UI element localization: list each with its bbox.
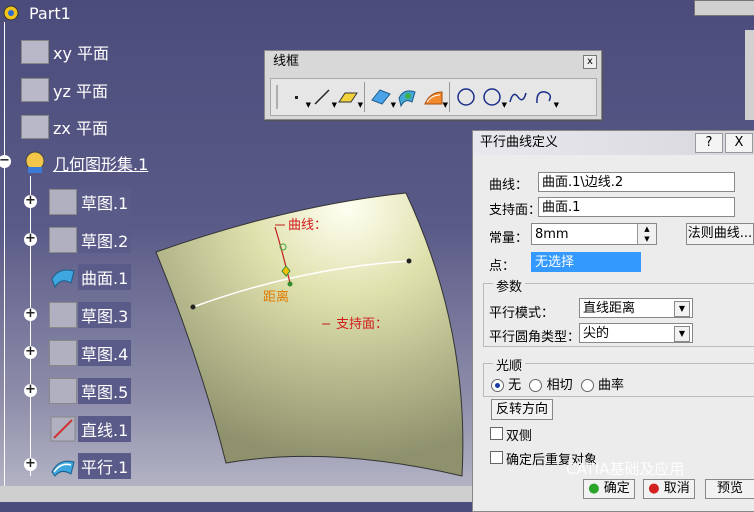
curve-label: 曲线： [489, 178, 529, 193]
distance-annotation: 距离 [263, 290, 290, 305]
watermark-text: CATIA基础及应用 [566, 460, 685, 478]
chevron-down-icon[interactable]: ▼ [674, 301, 690, 317]
intersection-icon[interactable] [394, 82, 420, 112]
parallel-curve-icon[interactable]: ▼ [420, 82, 448, 112]
surface-1-shape[interactable] [155, 192, 464, 477]
projection-icon[interactable]: ▼ [368, 82, 396, 112]
point-icon[interactable]: ▼ [283, 82, 311, 112]
help-button[interactable]: ? [695, 133, 723, 153]
cancel-icon: ● [648, 481, 660, 496]
bottom-toolbar[interactable] [0, 486, 472, 502]
window-control-button[interactable] [694, 0, 754, 16]
spline-icon[interactable] [505, 82, 531, 112]
curve-endpoint [406, 258, 412, 264]
constant-value: 8mm [535, 227, 569, 242]
corner-type-value: 尖的 [583, 326, 610, 341]
ok-button[interactable]: ● 确定 [583, 479, 635, 499]
smooth-tangent-label: 相切 [546, 378, 573, 393]
constant-label: 常量： [489, 231, 529, 246]
smooth-curvature-radio[interactable] [580, 379, 594, 392]
repeat-object-checkbox[interactable] [490, 451, 503, 464]
constant-field[interactable]: 8mm ▲ ▼ [531, 223, 657, 245]
plane-icon[interactable]: ▼ [335, 82, 363, 112]
dialog-titlebar[interactable]: 平行曲线定义 ? X [473, 131, 754, 155]
support-annotation: 支持面： [336, 317, 389, 332]
smoothing-group-title: 光顺 [493, 355, 526, 374]
smoothing-options: 无 相切 曲率 [491, 374, 624, 393]
both-sides-label: 双侧 [506, 429, 533, 444]
ok-label: 确定 [603, 481, 630, 496]
point-label: 点： [489, 259, 516, 274]
reverse-direction-button[interactable]: 反转方向 [491, 399, 553, 420]
circle-icon[interactable] [453, 82, 479, 112]
parallel-mode-label: 平行模式： [489, 306, 555, 321]
dialog-title: 平行曲线定义 [480, 135, 559, 150]
smooth-none-label: 无 [508, 378, 522, 393]
parameters-group-title: 参数 [493, 276, 526, 295]
point-field[interactable]: 无选择 [531, 252, 641, 272]
line-icon[interactable]: ▼ [309, 82, 337, 112]
support-label: 支持面： [489, 203, 542, 218]
spinner-icon[interactable]: ▲ ▼ [637, 224, 656, 244]
smooth-tangent-radio[interactable] [529, 379, 543, 392]
cancel-button[interactable]: ● 取消 [643, 479, 695, 499]
toolbar-close-button[interactable]: x [583, 55, 597, 69]
smooth-none-radio[interactable] [491, 379, 504, 392]
wireframe-toolbar[interactable]: 线框 x ▼ ▼ ▼ ▼ ▼ ▼ ▼ [264, 50, 602, 120]
both-sides-checkbox[interactable] [490, 427, 503, 440]
corner-type-label: 平行圆角类型： [489, 330, 581, 345]
parallel-mode-select[interactable]: 直线距离 ▼ [579, 298, 693, 318]
circle-variant-icon[interactable]: ▼ [479, 82, 507, 112]
curve-endpoint [190, 304, 196, 310]
ok-icon: ● [588, 481, 600, 496]
cancel-label: 取消 [663, 481, 690, 496]
chevron-down-icon[interactable]: ▼ [674, 326, 690, 342]
side-toolbar[interactable] [745, 30, 754, 120]
curve-field[interactable]: 曲面.1\边线.2 [538, 172, 735, 192]
smooth-curvature-label: 曲率 [597, 378, 624, 393]
parallel-curve-dialog: 平行曲线定义 ? X 曲线： 曲面.1\边线.2 支持面： 曲面.1 常量： 8… [472, 130, 754, 512]
curve-annotation: 曲线： [288, 218, 328, 233]
grip-icon[interactable] [271, 82, 283, 112]
law-button[interactable]: 法则曲线... [686, 223, 754, 245]
close-button[interactable]: X [725, 133, 753, 153]
preview-button[interactable]: 预览 [705, 479, 754, 499]
corner-type-select[interactable]: 尖的 ▼ [579, 323, 693, 343]
support-field[interactable]: 曲面.1 [538, 197, 735, 217]
toolbar-buttons: ▼ ▼ ▼ ▼ ▼ ▼ ▼ [270, 78, 597, 116]
parallel-mode-value: 直线距离 [583, 301, 636, 316]
toolbar-title: 线框 [273, 54, 300, 69]
helix-icon[interactable]: ▼ [531, 82, 559, 112]
